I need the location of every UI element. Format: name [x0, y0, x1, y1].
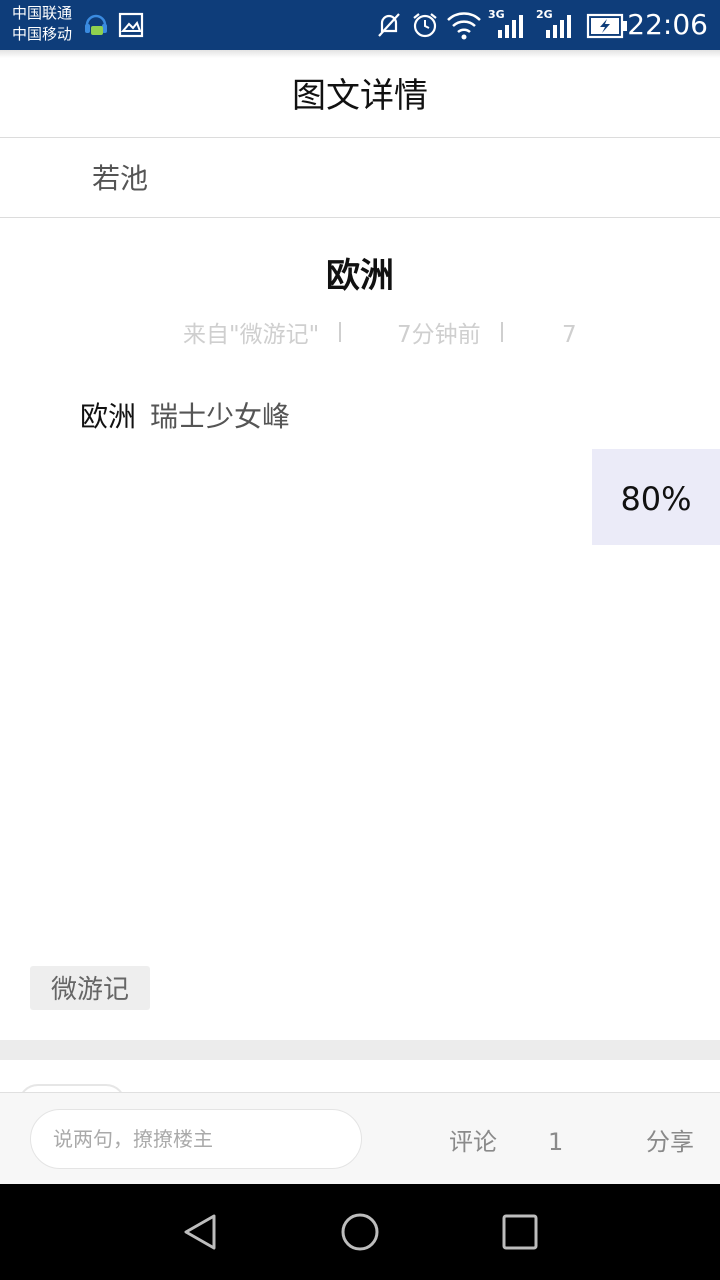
body-tag: 欧洲	[80, 400, 137, 433]
image-load-progress: 80%	[592, 449, 720, 545]
carrier-2: 中国移动	[12, 25, 73, 43]
header: 图文详情	[0, 50, 720, 138]
recents-icon[interactable]	[496, 1208, 544, 1256]
carrier-1: 中国联通	[12, 4, 73, 22]
author-name[interactable]: 若池	[92, 139, 148, 219]
alarm-icon	[411, 11, 439, 43]
topic-chip[interactable]: 微游记	[30, 966, 150, 1010]
meta-divider	[501, 322, 503, 342]
article-source[interactable]: 来自"微游记"	[183, 318, 319, 352]
body-text: 瑞士少女峰	[150, 400, 291, 433]
system-nav-bar	[0, 1184, 720, 1280]
comment-button[interactable]: 评论	[449, 1093, 497, 1191]
signal-3g-icon	[496, 14, 526, 42]
battery-icon	[586, 13, 628, 43]
signal-2g-icon	[544, 14, 574, 42]
comment-input[interactable]	[30, 1109, 362, 1169]
back-icon[interactable]	[176, 1208, 224, 1256]
mute-icon	[376, 11, 402, 43]
home-icon[interactable]	[336, 1208, 384, 1256]
article-body: 欧洲 瑞士少女峰	[80, 392, 290, 442]
author-row[interactable]: 若池	[0, 139, 720, 218]
headset-chat-icon	[84, 11, 108, 43]
view-count: 7	[562, 322, 577, 348]
header-shadow	[0, 50, 720, 58]
meta-divider	[339, 322, 341, 342]
share-button[interactable]: 分享	[646, 1093, 694, 1191]
comment-count: 1	[548, 1128, 564, 1156]
image-icon	[118, 12, 144, 42]
article-time: 7分钟前	[397, 322, 481, 348]
article-title: 欧洲	[326, 256, 394, 296]
carrier-info: 中国联通 中国移动	[12, 3, 72, 45]
clock: 22:06	[627, 8, 708, 41]
status-bar: 中国联通 中国移动 3G 2G 22:06	[0, 0, 720, 50]
section-separator	[0, 1040, 720, 1060]
wifi-icon	[446, 10, 482, 44]
page-title: 图文详情	[292, 76, 428, 116]
comment-bar: 评论 1 分享	[0, 1092, 720, 1184]
